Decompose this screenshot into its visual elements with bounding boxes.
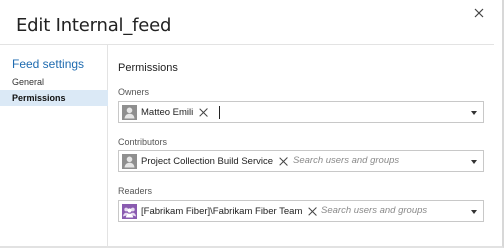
remove-owner-icon[interactable] [199, 108, 208, 117]
contributor-chip: Project Collection Build Service [122, 154, 288, 169]
user-avatar-icon [122, 105, 137, 120]
contributors-label: Contributors [118, 137, 168, 147]
close-icon[interactable] [470, 4, 490, 24]
contributors-search-input[interactable]: Search users and groups [293, 155, 399, 166]
user-avatar-icon [122, 154, 137, 169]
contributor-name: Project Collection Build Service [141, 156, 274, 167]
reader-name: [Fabrikam Fiber]\Fabrikam Fiber Team [141, 206, 303, 217]
readers-picker[interactable]: [Fabrikam Fiber]\Fabrikam Fiber Team Sea… [118, 200, 484, 222]
remove-contributor-icon[interactable] [279, 157, 288, 166]
owner-name: Matteo Emili [141, 107, 194, 118]
dialog-title: Edit Internal_feed [16, 15, 172, 36]
remove-reader-icon[interactable] [308, 207, 317, 216]
readers-search-input[interactable]: Search users and groups [321, 205, 427, 216]
contributors-picker[interactable]: Project Collection Build Service Search … [118, 150, 484, 172]
team-avatar-icon [122, 204, 137, 219]
owners-picker[interactable]: Matteo Emili [118, 101, 484, 123]
owners-search-input[interactable] [219, 106, 220, 119]
sidebar-item-general[interactable]: General [0, 74, 108, 90]
chevron-down-icon[interactable] [471, 160, 477, 164]
edit-feed-dialog: Edit Internal_feed Feed settings General… [0, 0, 504, 248]
chevron-down-icon[interactable] [471, 111, 477, 115]
reader-chip: [Fabrikam Fiber]\Fabrikam Fiber Team [122, 204, 317, 219]
chevron-down-icon[interactable] [471, 210, 477, 214]
owner-chip: Matteo Emili [122, 105, 208, 120]
section-title: Permissions [118, 62, 178, 74]
owners-label: Owners [118, 87, 150, 97]
sidebar-item-permissions[interactable]: Permissions [0, 90, 108, 106]
settings-sidebar: Feed settings General Permissions [0, 45, 108, 248]
sidebar-heading: Feed settings [12, 57, 85, 71]
readers-label: Readers [118, 186, 153, 196]
